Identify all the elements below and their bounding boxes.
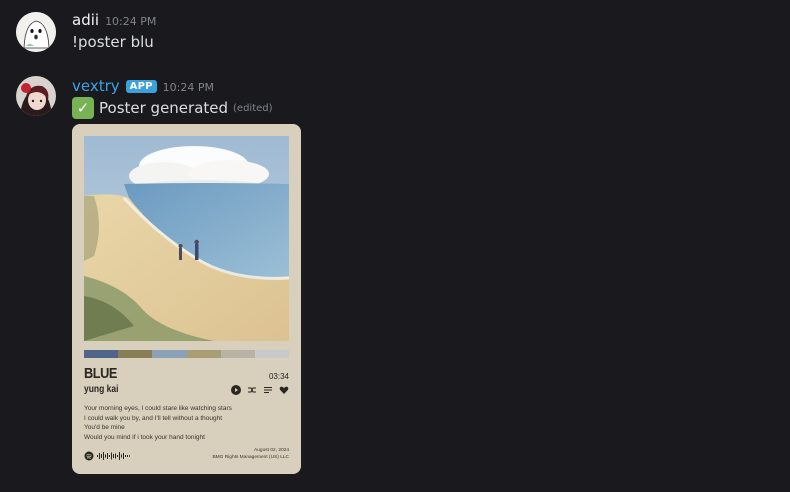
timestamp: 10:24 PM bbox=[105, 15, 157, 28]
poster-image[interactable]: BLUE yung kai 03:34 Your morning eyes, I… bbox=[72, 124, 301, 474]
palette-swatch bbox=[152, 350, 187, 358]
message-text: !poster blu bbox=[72, 33, 154, 51]
avatar-vextry[interactable] bbox=[16, 76, 56, 116]
lyrics: Your morning eyes, I could stare like wa… bbox=[84, 404, 284, 442]
color-palette bbox=[84, 350, 290, 358]
shuffle-icon bbox=[247, 385, 257, 395]
lyric-line: I could walk you by, and I'll tell witho… bbox=[84, 414, 223, 422]
artist-name: yung kai bbox=[84, 384, 119, 395]
lyric-line: You'd be mine bbox=[84, 424, 125, 431]
poster-artwork bbox=[84, 136, 289, 341]
check-mark-button-icon: ✓ bbox=[72, 97, 94, 119]
spotify-icon bbox=[84, 451, 130, 461]
record-label: BMG Rights Management (US) LLC bbox=[212, 454, 289, 460]
message-adii: adii 10:24 PM !poster blu bbox=[0, 0, 790, 70]
lyric-line: Would you mind if i took your hand tonig… bbox=[84, 433, 205, 441]
palette-swatch bbox=[118, 350, 153, 358]
timestamp: 10:24 PM bbox=[162, 81, 214, 94]
beach-painting bbox=[84, 136, 289, 341]
spotify-code bbox=[84, 451, 144, 461]
edited-label: (edited) bbox=[233, 102, 273, 114]
palette-swatch bbox=[254, 350, 290, 358]
play-icon bbox=[231, 385, 241, 395]
message-text: Poster generated bbox=[99, 99, 229, 117]
username[interactable]: adii bbox=[72, 11, 99, 29]
palette-swatch bbox=[84, 350, 119, 358]
palette-swatch bbox=[220, 350, 255, 358]
app-badge: APP bbox=[125, 80, 157, 93]
anime-avatar-icon bbox=[16, 76, 56, 116]
song-duration: 03:34 bbox=[268, 372, 289, 381]
avatar-adii[interactable] bbox=[16, 12, 56, 52]
ghost-avatar-icon bbox=[16, 12, 56, 52]
queue-icon bbox=[263, 385, 273, 395]
username[interactable]: vextry bbox=[72, 77, 120, 95]
heart-icon bbox=[279, 385, 289, 395]
song-title: BLUE bbox=[84, 365, 118, 382]
palette-swatch bbox=[186, 350, 221, 358]
release-info: August 02, 2024 BMG Rights Management (U… bbox=[212, 448, 289, 461]
player-controls bbox=[231, 385, 289, 395]
lyric-line: Your morning eyes, I could stare like wa… bbox=[84, 405, 232, 412]
